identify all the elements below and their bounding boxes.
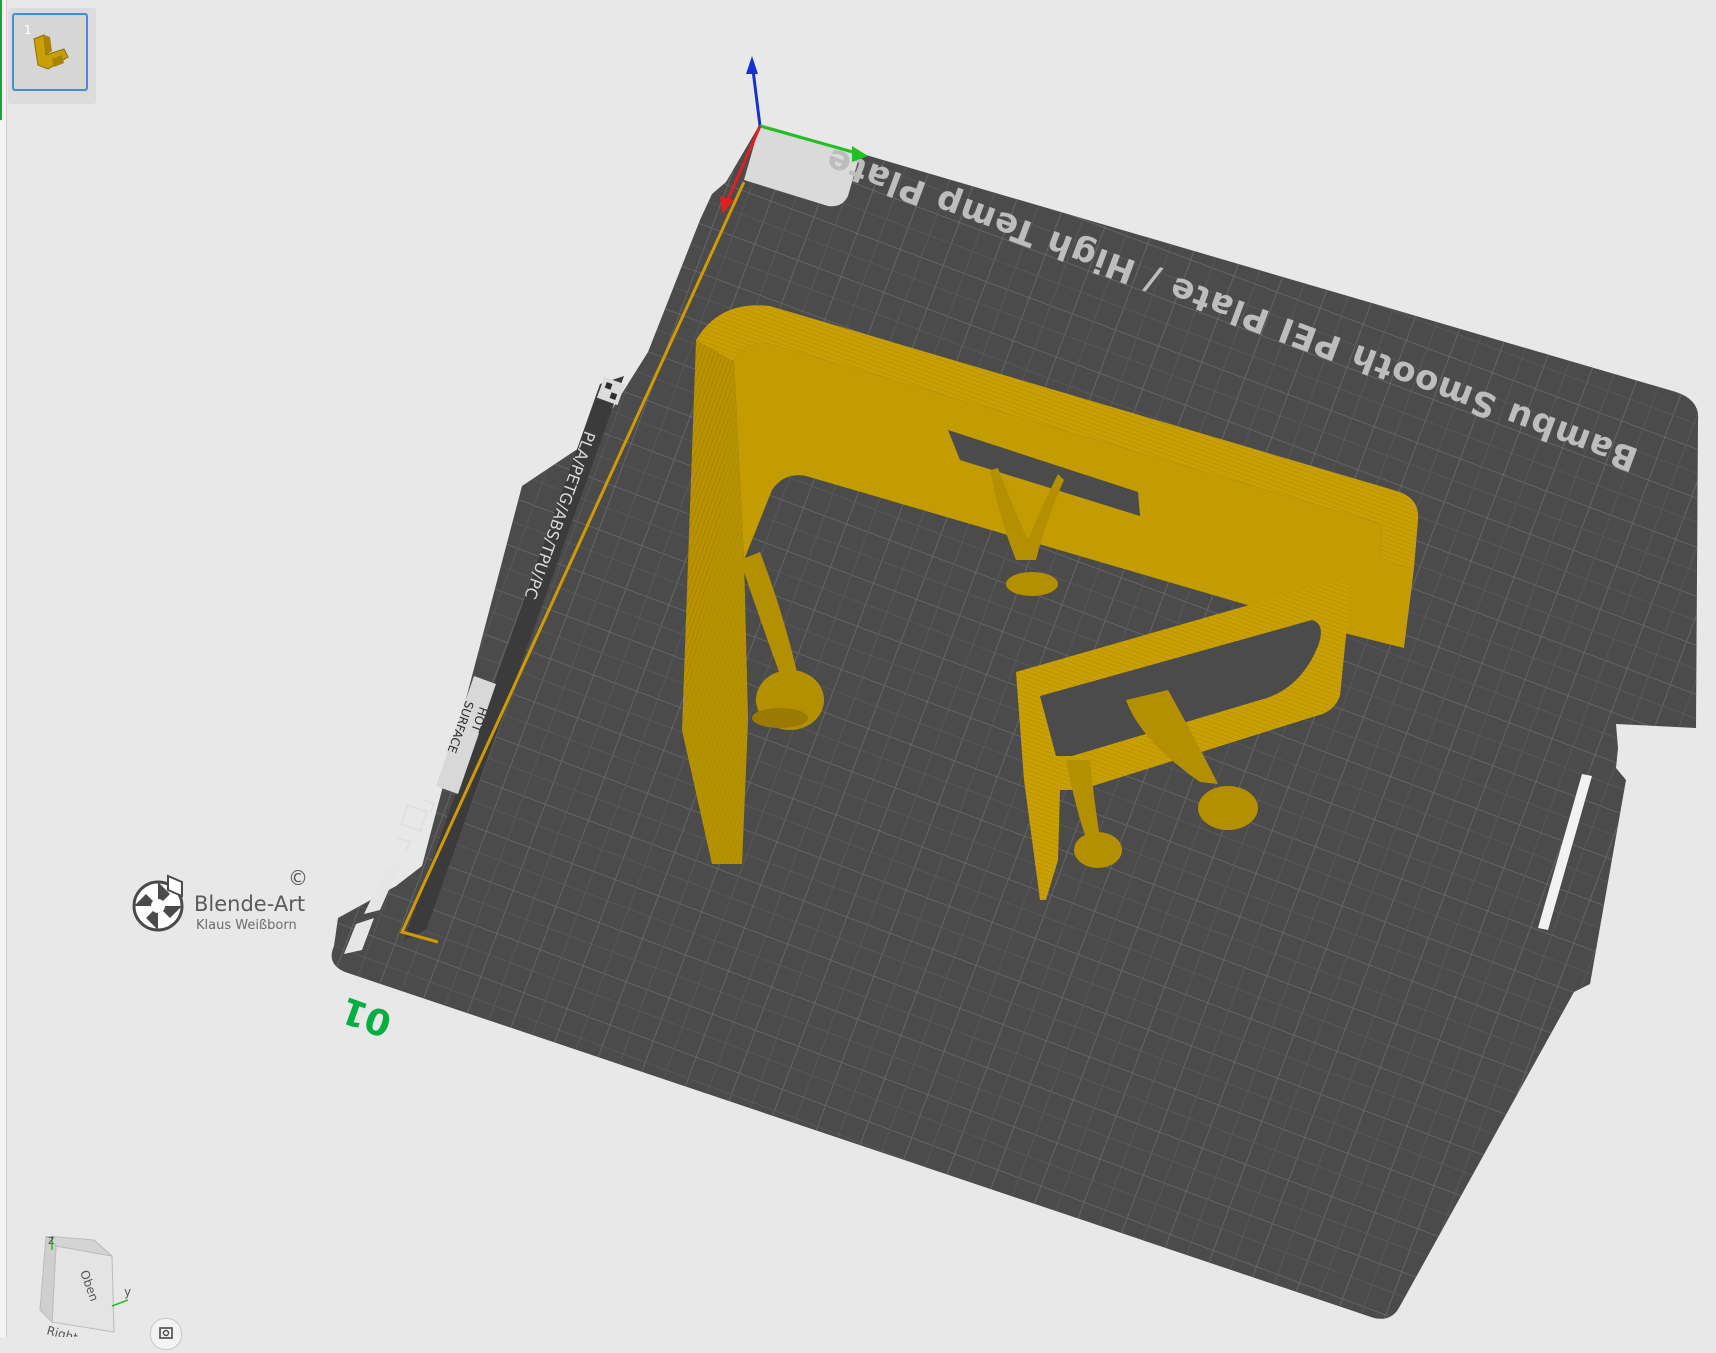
view-cube-z-label: z bbox=[48, 1236, 54, 1247]
z-axis-arrow bbox=[746, 56, 758, 74]
watermark-title: Blende-Art bbox=[194, 892, 306, 916]
3d-viewport[interactable]: 1 Bambu Smooth PEI Plate / High Temp Pla… bbox=[0, 0, 1716, 1350]
reset-view-icon bbox=[159, 1327, 173, 1339]
view-cube-icon[interactable]: Oben Right z y bbox=[34, 1236, 134, 1337]
reset-view-button[interactable] bbox=[150, 1318, 182, 1350]
watermark: Blende-Art Klaus Weißborn © bbox=[128, 866, 328, 936]
build-plate bbox=[331, 124, 1699, 1319]
view-cube-y-label: y bbox=[124, 1285, 131, 1299]
plate-number: 01 bbox=[336, 988, 397, 1044]
watermark-subtitle: Klaus Weißborn bbox=[196, 918, 297, 933]
build-plate-grid bbox=[331, 124, 1699, 1319]
watermark-copyright: © bbox=[288, 866, 308, 890]
scene-canvas[interactable]: Bambu Smooth PEI Plate / High Temp Plate… bbox=[0, 0, 1716, 1337]
watermark-logo-icon bbox=[132, 874, 184, 932]
